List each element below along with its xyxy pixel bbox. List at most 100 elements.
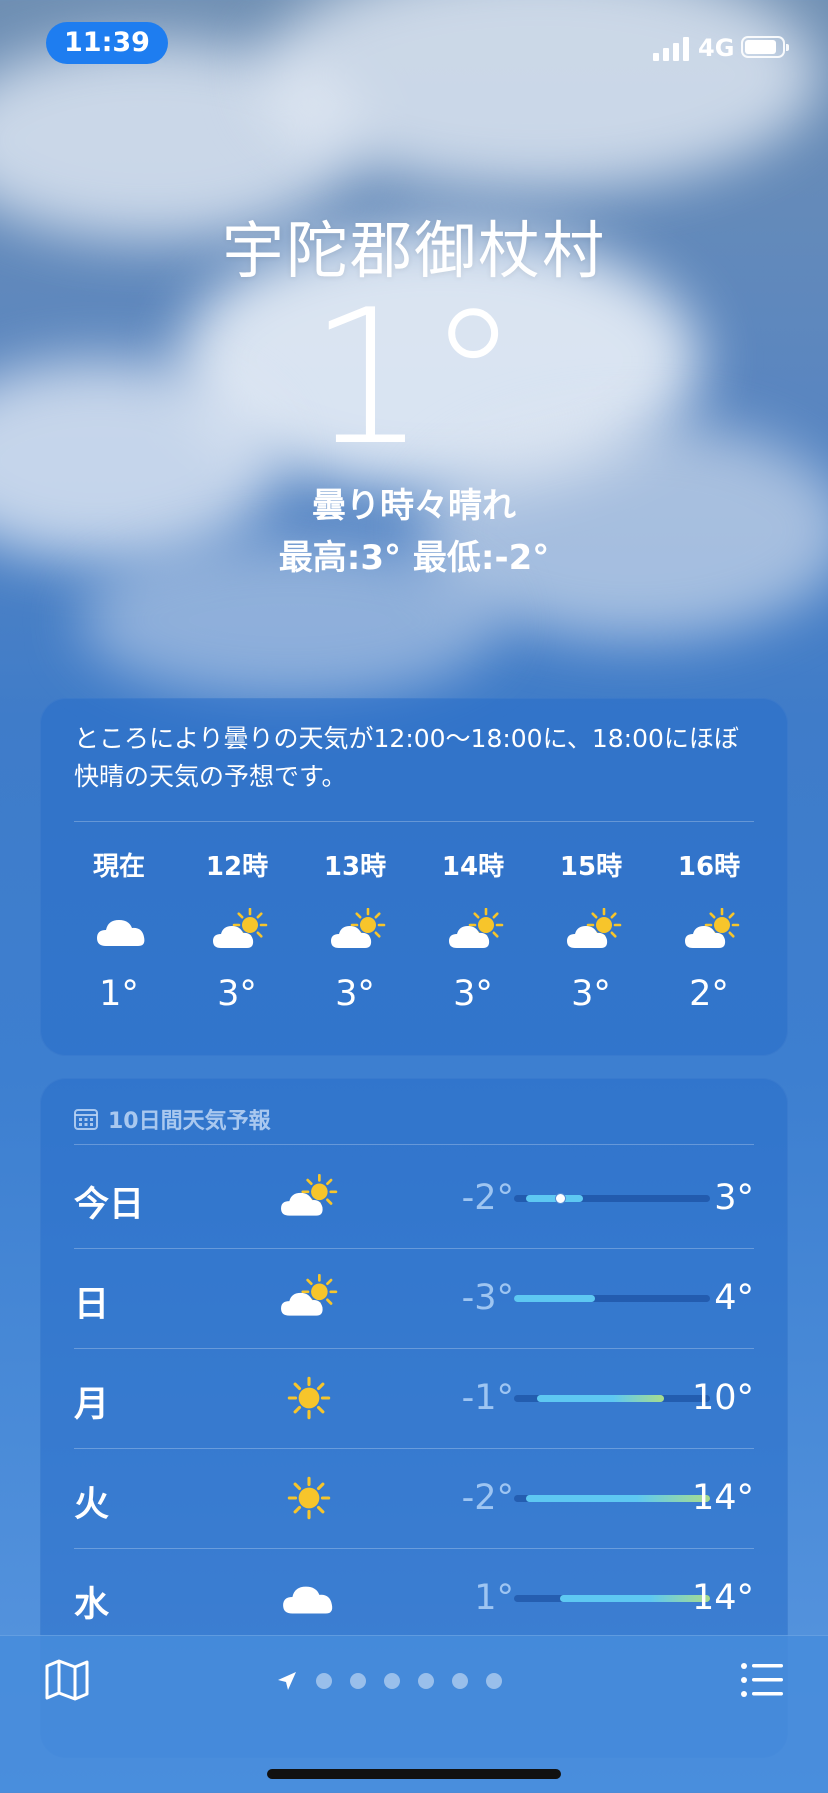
hour-label: 15時 <box>559 852 623 882</box>
hour-temperature: 3° <box>453 974 493 1014</box>
temperature-range-bar <box>514 1495 710 1502</box>
temperature-range-fill <box>514 1295 595 1302</box>
hourly-forecast-list[interactable]: 現在 1° 12時 3° 13時 3° 14時 3° 15時 3° 16時 2° <box>60 846 768 1026</box>
temperature-range-bar <box>514 1295 710 1302</box>
daily-forecast-row[interactable]: 水 1° 14° <box>74 1548 754 1648</box>
temperature-range-bar <box>514 1395 710 1402</box>
sun-icon <box>287 1376 331 1420</box>
day-low-temperature: -3° <box>461 1278 514 1318</box>
hour-temperature: 3° <box>335 974 375 1014</box>
card-divider <box>74 1144 754 1145</box>
partly-sunny-icon <box>281 1173 338 1216</box>
hourly-forecast-card[interactable]: ところにより曇りの天気が12:00～18:00に、18:00にほぼ快晴の天気の予… <box>40 698 788 1056</box>
current-temperature-marker <box>554 1193 566 1204</box>
partly-sunny-icon <box>213 907 268 948</box>
page-dot[interactable] <box>418 1673 434 1689</box>
day-icon-wrap <box>280 1374 338 1422</box>
page-dot[interactable] <box>350 1673 366 1689</box>
card-divider <box>74 821 754 822</box>
daily-forecast-row[interactable]: 今日 -2° 3° <box>74 1148 754 1248</box>
day-name: 今日 <box>74 1185 145 1225</box>
partly-sunny-icon <box>449 907 504 948</box>
temperature-range-fill <box>525 1495 710 1502</box>
day-high-temperature: 4° <box>714 1278 754 1318</box>
hour-icon-wrap <box>212 907 268 954</box>
day-name: 月 <box>74 1385 110 1425</box>
day-icon-wrap <box>280 1273 338 1322</box>
current-temperature: 1° <box>308 269 520 486</box>
partly-sunny-icon <box>331 907 386 948</box>
page-dot[interactable] <box>452 1673 468 1689</box>
day-high-temperature: 14° <box>691 1478 754 1518</box>
daily-forecast-row[interactable]: 火 -2° 14° <box>74 1448 754 1548</box>
hour-temperature: 2° <box>689 974 729 1014</box>
status-bar: 11:39 4G <box>0 0 828 90</box>
current-weather-header: 宇陀郡御杖村 1° 曇り時々晴れ 最高:3° 最低:-2° <box>0 200 828 578</box>
partly-sunny-icon <box>685 907 740 948</box>
hourly-item: 13時 3° <box>296 846 414 1026</box>
home-indicator[interactable] <box>267 1769 561 1779</box>
partly-sunny-icon <box>567 907 622 948</box>
hour-temperature: 3° <box>217 974 257 1014</box>
bottom-toolbar <box>0 1635 828 1793</box>
day-icon-wrap <box>280 1173 338 1222</box>
day-icon-wrap <box>280 1474 338 1522</box>
hour-label: 16時 <box>677 852 741 882</box>
calendar-icon <box>74 1109 98 1130</box>
battery-level <box>745 40 776 54</box>
day-low-temperature: -2° <box>461 1178 514 1218</box>
ten-day-forecast-header: 10日間天気予報 <box>74 1104 271 1134</box>
location-arrow-icon[interactable] <box>276 1670 298 1692</box>
page-indicator[interactable] <box>276 1666 502 1696</box>
hour-label: 12時 <box>205 852 269 882</box>
cellular-signal-icon <box>653 35 691 61</box>
hour-label: 現在 <box>92 852 145 882</box>
day-high-temperature: 10° <box>691 1378 754 1418</box>
day-low-temperature: -1° <box>461 1378 514 1418</box>
day-high-temperature: 14° <box>691 1578 754 1618</box>
day-name: 水 <box>74 1585 110 1625</box>
network-type: 4G <box>698 34 735 62</box>
partly-sunny-icon <box>281 1273 338 1316</box>
battery-icon <box>741 36 789 58</box>
hourly-item: 12時 3° <box>178 846 296 1026</box>
hour-temperature: 3° <box>571 974 611 1014</box>
location-list-icon[interactable] <box>740 1662 784 1698</box>
temperature-range-bar <box>514 1595 710 1602</box>
daily-forecast-row[interactable]: 日 -3° 4° <box>74 1248 754 1348</box>
high-low-temperature: 最高:3° 最低:-2° <box>278 538 550 578</box>
hour-icon-wrap <box>566 907 622 954</box>
hour-temperature: 1° <box>99 974 139 1014</box>
hourly-item: 15時 3° <box>532 846 650 1026</box>
hour-icon-wrap <box>94 908 150 954</box>
temperature-range-bar <box>514 1193 710 1204</box>
page-dot[interactable] <box>316 1673 332 1689</box>
day-low-temperature: 1° <box>474 1578 514 1618</box>
hourly-item: 16時 2° <box>650 846 768 1026</box>
weather-condition: 曇り時々晴れ <box>312 486 516 526</box>
cloud-icon <box>97 920 145 946</box>
temperature-range-fill <box>560 1595 710 1602</box>
hourly-item: 14時 3° <box>414 846 532 1026</box>
day-low-temperature: -2° <box>461 1478 514 1518</box>
day-icon-wrap <box>280 1574 338 1622</box>
hour-icon-wrap <box>448 907 504 954</box>
sun-icon <box>287 1476 331 1520</box>
page-dot[interactable] <box>384 1673 400 1689</box>
forecast-summary: ところにより曇りの天気が12:00～18:00に、18:00にほぼ快晴の天気の予… <box>74 724 739 791</box>
day-name: 火 <box>74 1485 110 1525</box>
ten-day-forecast-title: 10日間天気予報 <box>108 1109 271 1134</box>
daily-forecast-row[interactable]: 月 -1° 10° <box>74 1348 754 1448</box>
hour-icon-wrap <box>684 907 740 954</box>
cloud-icon <box>283 1586 333 1614</box>
map-icon[interactable] <box>44 1658 90 1702</box>
hour-label: 14時 <box>441 852 505 882</box>
day-name: 日 <box>74 1285 110 1325</box>
hourly-item: 現在 1° <box>60 846 178 1026</box>
hour-label: 13時 <box>323 852 387 882</box>
page-dot[interactable] <box>486 1673 502 1689</box>
status-time[interactable]: 11:39 <box>46 22 168 64</box>
hour-icon-wrap <box>330 907 386 954</box>
day-high-temperature: 3° <box>714 1178 754 1218</box>
temperature-range-fill <box>537 1395 664 1402</box>
